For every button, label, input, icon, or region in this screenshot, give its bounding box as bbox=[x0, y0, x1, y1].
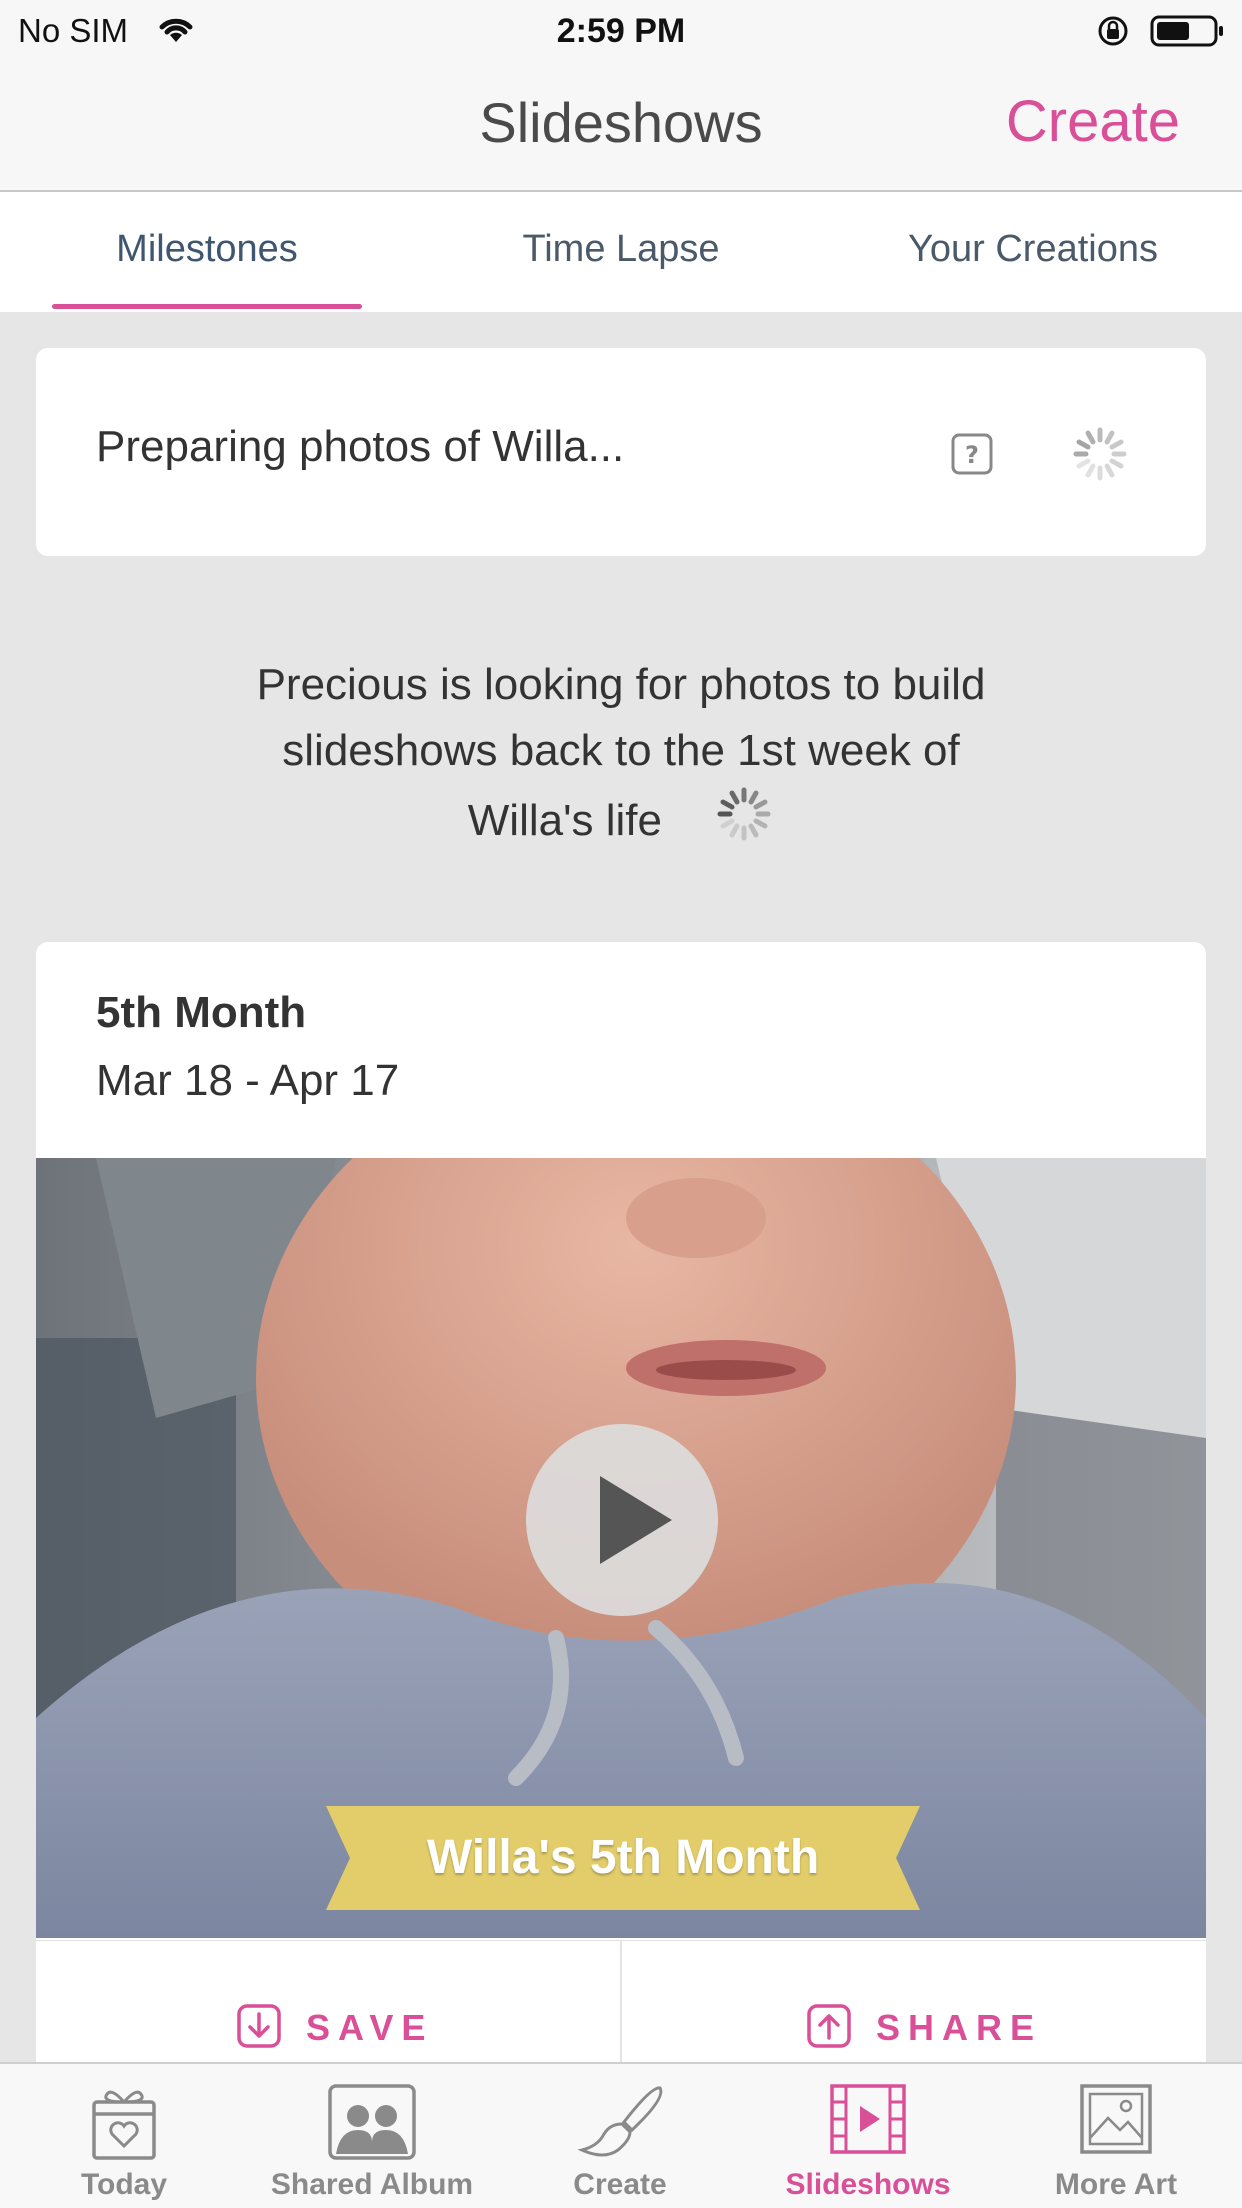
create-button[interactable]: Create bbox=[1006, 88, 1180, 155]
play-icon bbox=[600, 1476, 672, 1564]
tabbar-label: Create bbox=[573, 2168, 667, 2201]
picture-frame-icon bbox=[992, 2082, 1240, 2156]
milestone-title: 5th Month bbox=[96, 988, 307, 1037]
message-line: Willa's life bbox=[467, 796, 662, 846]
battery-icon bbox=[1150, 14, 1226, 53]
people-photo-icon bbox=[248, 2082, 496, 2162]
milestone-dates: Mar 18 - Apr 17 bbox=[96, 1056, 400, 1105]
save-label: SAVE bbox=[306, 2007, 434, 2048]
paintbrush-icon bbox=[496, 2082, 744, 2162]
svg-text:?: ? bbox=[965, 441, 979, 469]
preparing-card: Preparing photos of Willa... ? bbox=[36, 348, 1206, 556]
play-button[interactable] bbox=[526, 1424, 718, 1616]
status-time: 2:59 PM bbox=[556, 12, 686, 50]
download-icon bbox=[236, 2003, 282, 2054]
tabbar-item-shared-album[interactable]: Shared Album bbox=[248, 2064, 496, 2208]
share-label: SHARE bbox=[876, 2007, 1043, 2048]
message-line: slideshows back to the 1st week of bbox=[282, 726, 960, 775]
tabbar-item-create[interactable]: Create bbox=[496, 2064, 744, 2208]
status-bar: No SIM 2:59 PM bbox=[0, 0, 1242, 62]
rotation-lock-icon bbox=[1096, 14, 1130, 53]
preparing-text: Preparing photos of Willa... bbox=[96, 422, 625, 471]
tabbar-item-more-art[interactable]: More Art bbox=[992, 2064, 1240, 2208]
slideshow-ribbon: Willa's 5th Month bbox=[326, 1806, 920, 1910]
tabbar-item-today[interactable]: Today bbox=[0, 2064, 248, 2208]
tab-milestones[interactable]: Milestones bbox=[52, 228, 362, 271]
tabbar-label: More Art bbox=[1054, 2168, 1178, 2201]
slideshow-thumbnail[interactable]: Willa's 5th Month bbox=[36, 1158, 1206, 1938]
segment-tabs: Milestones Time Lapse Your Creations bbox=[0, 192, 1242, 312]
tabbar-label: Shared Album bbox=[270, 2168, 474, 2201]
gift-heart-icon bbox=[0, 2082, 248, 2162]
tabbar-label: Today bbox=[80, 2168, 168, 2201]
save-button[interactable]: SAVE bbox=[236, 2003, 433, 2053]
navigation-bar: Slideshows Create bbox=[0, 62, 1242, 192]
tab-selected-indicator bbox=[52, 304, 362, 309]
tab-your-creations[interactable]: Your Creations bbox=[878, 228, 1188, 271]
loading-spinner-icon bbox=[1070, 424, 1130, 489]
share-button[interactable]: SHARE bbox=[806, 2003, 1042, 2053]
message-line-with-spinner: Willa's life bbox=[150, 784, 1092, 863]
question-mark-icon[interactable]: ? bbox=[950, 432, 994, 481]
bottom-tab-bar: Today Shared Album Create Slideshows Mor… bbox=[0, 2062, 1242, 2208]
film-play-icon bbox=[744, 2082, 992, 2156]
looking-for-photos-message: Precious is looking for photos to build … bbox=[150, 652, 1092, 863]
tab-time-lapse[interactable]: Time Lapse bbox=[466, 228, 776, 271]
ribbon-title: Willa's 5th Month bbox=[426, 1831, 820, 1884]
message-line: Precious is looking for photos to build bbox=[256, 660, 986, 709]
tabbar-label: Slideshows bbox=[785, 2168, 951, 2201]
share-icon bbox=[806, 2003, 852, 2054]
loading-spinner-icon bbox=[714, 784, 774, 863]
tabbar-item-slideshows[interactable]: Slideshows bbox=[744, 2064, 992, 2208]
milestone-card: 5th Month Mar 18 - Apr 17 Willa's 5th Mo… bbox=[36, 942, 1206, 2208]
